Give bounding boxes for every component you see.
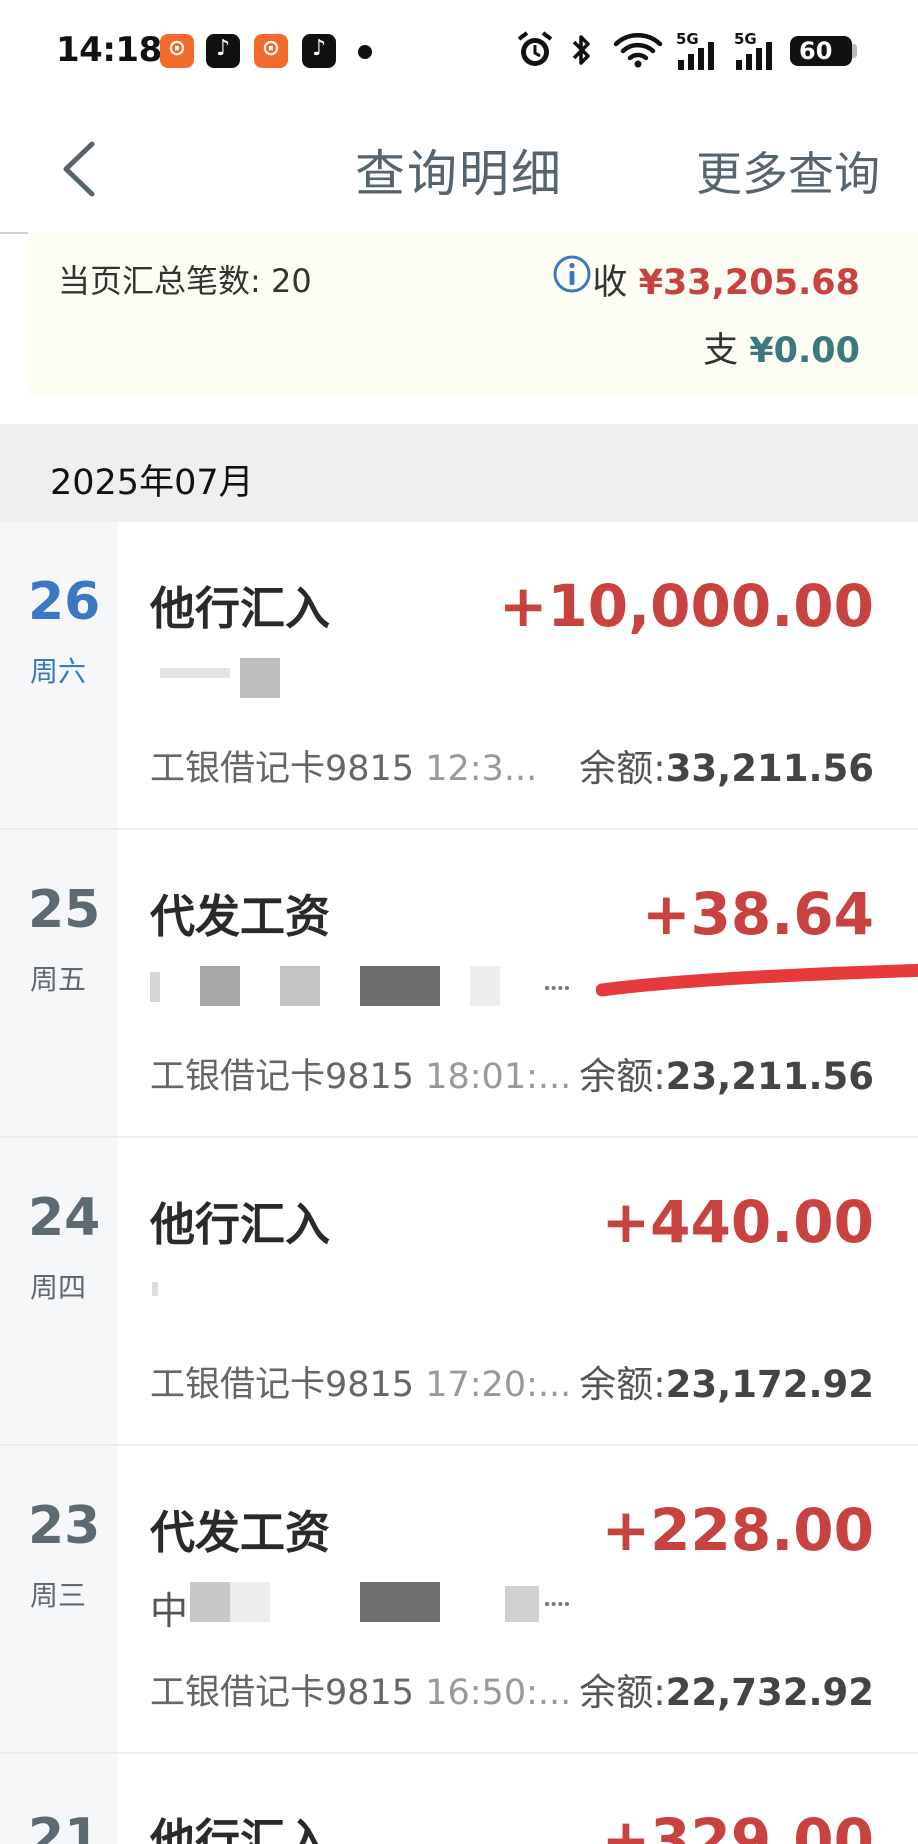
- date-column: 24 周四: [0, 1138, 118, 1444]
- kuaishou-icon: ⊙: [160, 34, 194, 68]
- signal-5g-icon: 5G: [734, 30, 778, 74]
- balance-value: 23,172.92: [665, 1363, 874, 1406]
- transaction-row[interactable]: 24 周四 他行汇入 +440.00 工银借记卡9815 17:20:... 余…: [0, 1138, 918, 1446]
- income-label: 收: [592, 263, 628, 303]
- transaction-card: 工银借记卡9815 16:50:...: [150, 1664, 571, 1715]
- transaction-card: 工银借记卡9815 12:3...: [150, 740, 537, 791]
- transaction-row[interactable]: 23 周三 代发工资 +228.00 中 工银借记卡9815 16:50:...…: [0, 1446, 918, 1754]
- transaction-row[interactable]: 26 周六 他行汇入 +10,000.00 工银借记卡9815 12:3... …: [0, 522, 918, 830]
- nav-bar: 查询明细 更多查询: [0, 104, 918, 234]
- alarm-icon: [517, 31, 553, 66]
- income-value: ¥33,205.68: [638, 263, 860, 303]
- transaction-time: 18:01:...: [425, 1057, 572, 1097]
- transaction-balance: 余额:23,172.92: [579, 1354, 874, 1408]
- transaction-weekday: 周四: [30, 1271, 87, 1304]
- notification-dot-icon: [358, 45, 372, 59]
- transaction-description: [150, 1272, 570, 1322]
- transaction-time: 16:50:...: [425, 1673, 572, 1713]
- status-bar: 14:18 ⊙ ♪ ⊙ ♪ 5G 5G 60: [0, 0, 918, 104]
- transaction-description: [150, 964, 570, 1014]
- transaction-day: 24: [28, 1188, 101, 1248]
- balance-label: 余额:: [579, 1363, 666, 1406]
- month-label: 2025年07月: [50, 463, 254, 503]
- wifi-icon: [613, 33, 663, 68]
- description-text: 中: [150, 1589, 189, 1633]
- bluetooth-icon: [572, 35, 590, 65]
- transaction-type: 代发工资: [150, 1506, 331, 1559]
- signal-5g-icon: 5G: [676, 30, 720, 74]
- expense-value: ¥0.00: [749, 331, 860, 371]
- summary-count: 当页汇总笔数: 20: [58, 262, 312, 300]
- transaction-card: 工银借记卡9815 18:01:...: [150, 1048, 571, 1099]
- more-query-button[interactable]: 更多查询: [696, 138, 880, 204]
- transaction-balance: 余额:33,211.56: [579, 738, 874, 792]
- douyin-icon: ♪: [302, 34, 336, 68]
- battery-icon: 60: [790, 36, 852, 66]
- date-column: 21: [0, 1754, 118, 1844]
- transaction-day: 25: [28, 880, 101, 940]
- transaction-description: 中: [150, 1580, 570, 1633]
- douyin-icon: ♪: [206, 34, 240, 68]
- balance-value: 33,211.56: [665, 747, 874, 790]
- transaction-row[interactable]: 21 他行汇入 +329.00: [0, 1754, 918, 1844]
- balance-label: 余额:: [579, 1055, 666, 1098]
- card-name: 工银借记卡9815: [150, 749, 415, 789]
- status-time: 14:18: [56, 30, 162, 70]
- battery-level: 60: [799, 37, 833, 65]
- expense-label: 支: [703, 331, 739, 371]
- transaction-card: 工银借记卡9815 17:20:...: [150, 1356, 571, 1407]
- transaction-type: 代发工资: [150, 890, 331, 943]
- red-highlight-mark: [596, 963, 918, 997]
- transaction-weekday: 周五: [30, 963, 87, 996]
- balance-value: 22,732.92: [665, 1671, 874, 1714]
- date-column: 26 周六: [0, 522, 118, 828]
- transaction-type: 他行汇入: [150, 582, 331, 635]
- balance-value: 23,211.56: [665, 1055, 874, 1098]
- transaction-balance: 余额:22,732.92: [579, 1662, 874, 1716]
- summary-income: 收 ¥33,205.68: [592, 254, 860, 305]
- month-header: 2025年07月: [0, 424, 918, 522]
- summary-panel: 当页汇总笔数: 20 收 ¥33,205.68 支 ¥0.00: [28, 232, 918, 396]
- summary-expense: 支 ¥0.00: [703, 322, 860, 373]
- transaction-day: 21: [28, 1808, 101, 1844]
- transaction-weekday: 周三: [30, 1579, 87, 1612]
- transaction-amount: +440.00: [601, 1188, 874, 1256]
- battery-cap: [852, 44, 857, 58]
- transaction-amount: +329.00: [601, 1806, 874, 1844]
- info-icon[interactable]: [552, 254, 592, 294]
- date-column: 25 周五: [0, 830, 118, 1136]
- transaction-weekday: 周六: [30, 655, 87, 688]
- transaction-type: 他行汇入: [150, 1814, 331, 1844]
- card-name: 工银借记卡9815: [150, 1673, 415, 1713]
- transaction-balance: 余额:23,211.56: [579, 1046, 874, 1100]
- date-column: 23 周三: [0, 1446, 118, 1752]
- balance-label: 余额:: [579, 1671, 666, 1714]
- transaction-amount: +38.64: [641, 880, 874, 948]
- transaction-type: 他行汇入: [150, 1198, 331, 1251]
- transaction-time: 17:20:...: [425, 1365, 572, 1405]
- transaction-amount: +10,000.00: [498, 572, 874, 640]
- transaction-time: 12:3...: [425, 749, 538, 789]
- card-name: 工银借记卡9815: [150, 1365, 415, 1405]
- balance-label: 余额:: [579, 747, 666, 790]
- card-name: 工银借记卡9815: [150, 1057, 415, 1097]
- transaction-day: 23: [28, 1496, 101, 1556]
- transaction-description: [150, 656, 570, 706]
- kuaishou-icon: ⊙: [254, 34, 288, 68]
- transaction-day: 26: [28, 572, 101, 632]
- transaction-amount: +228.00: [601, 1496, 874, 1564]
